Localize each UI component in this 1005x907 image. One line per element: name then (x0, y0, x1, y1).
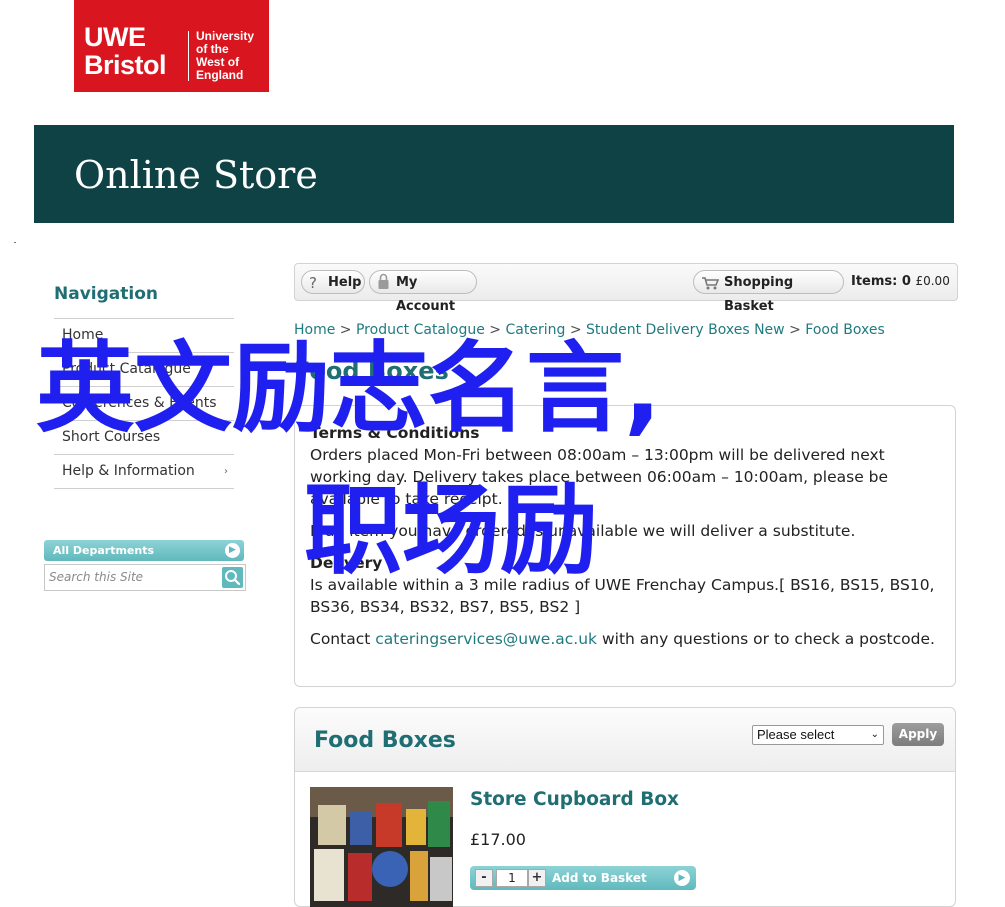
info-panel: Terms & Conditions Orders placed Mon-Fri… (294, 405, 956, 687)
delivery-heading: Delivery (310, 554, 383, 572)
my-account-button[interactable]: My Account (369, 270, 477, 314)
delivery-text: Is available within a 3 mile radius of U… (310, 576, 935, 616)
nav-item-home[interactable]: Home (54, 319, 234, 353)
nav-item-label: Help & Information (62, 463, 195, 479)
contact-suffix: with any questions or to check a postcod… (597, 630, 935, 648)
logo-uwe-text: UWE (84, 22, 146, 52)
search-icon (225, 570, 241, 586)
navigation-heading: Navigation (54, 284, 158, 304)
nav-item-label: Short Courses (62, 429, 161, 445)
food-boxes-panel: Food Boxes Please select ⌄ Apply Store C… (294, 707, 956, 907)
items-count: 0 (901, 274, 911, 289)
logo-bristol-text: Bristol (84, 50, 167, 80)
all-departments-label: All Departments (53, 544, 155, 557)
nav-item-conferences-events[interactable]: Conferences & Events (54, 387, 234, 421)
contact-email-link[interactable]: cateringservices@uwe.ac.uk (375, 630, 597, 648)
shopping-basket-label: Shopping Basket (724, 275, 794, 314)
question-mark-icon: ? (309, 274, 317, 292)
arrow-right-icon: ▶ (674, 870, 690, 886)
site-search-box (44, 564, 246, 591)
nav-item-label: Conferences & Events (62, 395, 217, 411)
page-title: Food Boxes (294, 357, 449, 385)
contact-prefix: Contact (310, 630, 376, 648)
all-departments-button[interactable]: All Departments ▶ (44, 540, 244, 561)
breadcrumb-separator: > (789, 322, 801, 338)
store-banner: Online Store (34, 125, 954, 223)
add-to-basket-button[interactable]: Add to Basket (552, 866, 647, 890)
quantity-input[interactable]: 1 (496, 869, 528, 887)
navigation-list: Home Product Catalogue Conferences & Eve… (54, 318, 234, 489)
breadcrumb-separator: > (489, 322, 502, 338)
items-label: Items: (851, 274, 898, 289)
product-price: £17.00 (470, 830, 526, 849)
search-button[interactable] (222, 567, 243, 588)
terms-heading: Terms & Conditions (310, 424, 480, 442)
uwe-bristol-logo[interactable]: UWE Bristol University of the West of En… (74, 0, 269, 92)
nav-item-label: Home (62, 327, 104, 343)
product-image[interactable] (310, 787, 453, 907)
quantity-decrease-button[interactable]: - (475, 869, 493, 887)
store-title: Online Store (74, 153, 318, 197)
arrow-right-icon: ▶ (225, 543, 240, 558)
logo-divider (188, 31, 189, 81)
sort-select-value: Please select (757, 727, 835, 742)
nav-item-short-courses[interactable]: Short Courses (54, 421, 234, 455)
breadcrumb-separator: > (569, 322, 582, 338)
help-button[interactable]: ? Help (301, 270, 365, 294)
chevron-down-icon: ⌄ (870, 729, 879, 740)
basket-total: £0.00 (915, 274, 950, 288)
terms-text: Orders placed Mon-Fri between 08:00am – … (310, 446, 889, 508)
nav-item-help-information[interactable]: Help & Information › (54, 455, 234, 489)
lock-icon (377, 271, 390, 300)
breadcrumb-link-home[interactable]: Home (294, 322, 335, 338)
store-toolbar: ? Help My Account Shopping Basket Items:… (294, 263, 958, 314)
substitute-text: If an item you have ordered is unavailab… (310, 522, 856, 540)
decorative-mark (14, 242, 16, 243)
nav-item-label: Product Catalogue (62, 361, 191, 377)
nav-item-product-catalogue[interactable]: Product Catalogue (54, 353, 234, 387)
contact-text: Contact cateringservices@uwe.ac.uk with … (310, 628, 940, 650)
logo-univ-line: England (196, 68, 244, 82)
shopping-basket-button[interactable]: Shopping Basket (693, 270, 844, 314)
logo-university-text: University of the West of England (196, 30, 254, 82)
add-to-basket-bar: - 1 + Add to Basket ▶ (470, 866, 696, 890)
food-boxes-title: Food Boxes (314, 728, 456, 753)
breadcrumb-link-product-catalogue[interactable]: Product Catalogue (356, 322, 485, 338)
apply-button[interactable]: Apply (892, 723, 944, 746)
chevron-right-icon: › (224, 466, 228, 477)
breadcrumb-link-food-boxes[interactable]: Food Boxes (805, 322, 885, 338)
product-photo (310, 787, 453, 907)
help-label: Help (328, 275, 362, 290)
quantity-increase-button[interactable]: + (528, 869, 546, 887)
breadcrumb-link-catering[interactable]: Catering (505, 322, 565, 338)
shopping-cart-icon (701, 271, 720, 300)
food-boxes-header: Food Boxes Please select ⌄ Apply (295, 708, 955, 772)
sort-select[interactable]: Please select ⌄ (752, 725, 884, 745)
breadcrumb-separator: > (339, 322, 352, 338)
product-name-link[interactable]: Store Cupboard Box (470, 788, 679, 812)
breadcrumb: Home > Product Catalogue > Catering > St… (294, 321, 885, 339)
breadcrumb-link-student-delivery-boxes[interactable]: Student Delivery Boxes New (586, 322, 785, 338)
basket-summary: Items: 0 £0.00 (851, 273, 950, 290)
search-input[interactable] (49, 568, 217, 586)
my-account-label: My Account (396, 275, 456, 314)
